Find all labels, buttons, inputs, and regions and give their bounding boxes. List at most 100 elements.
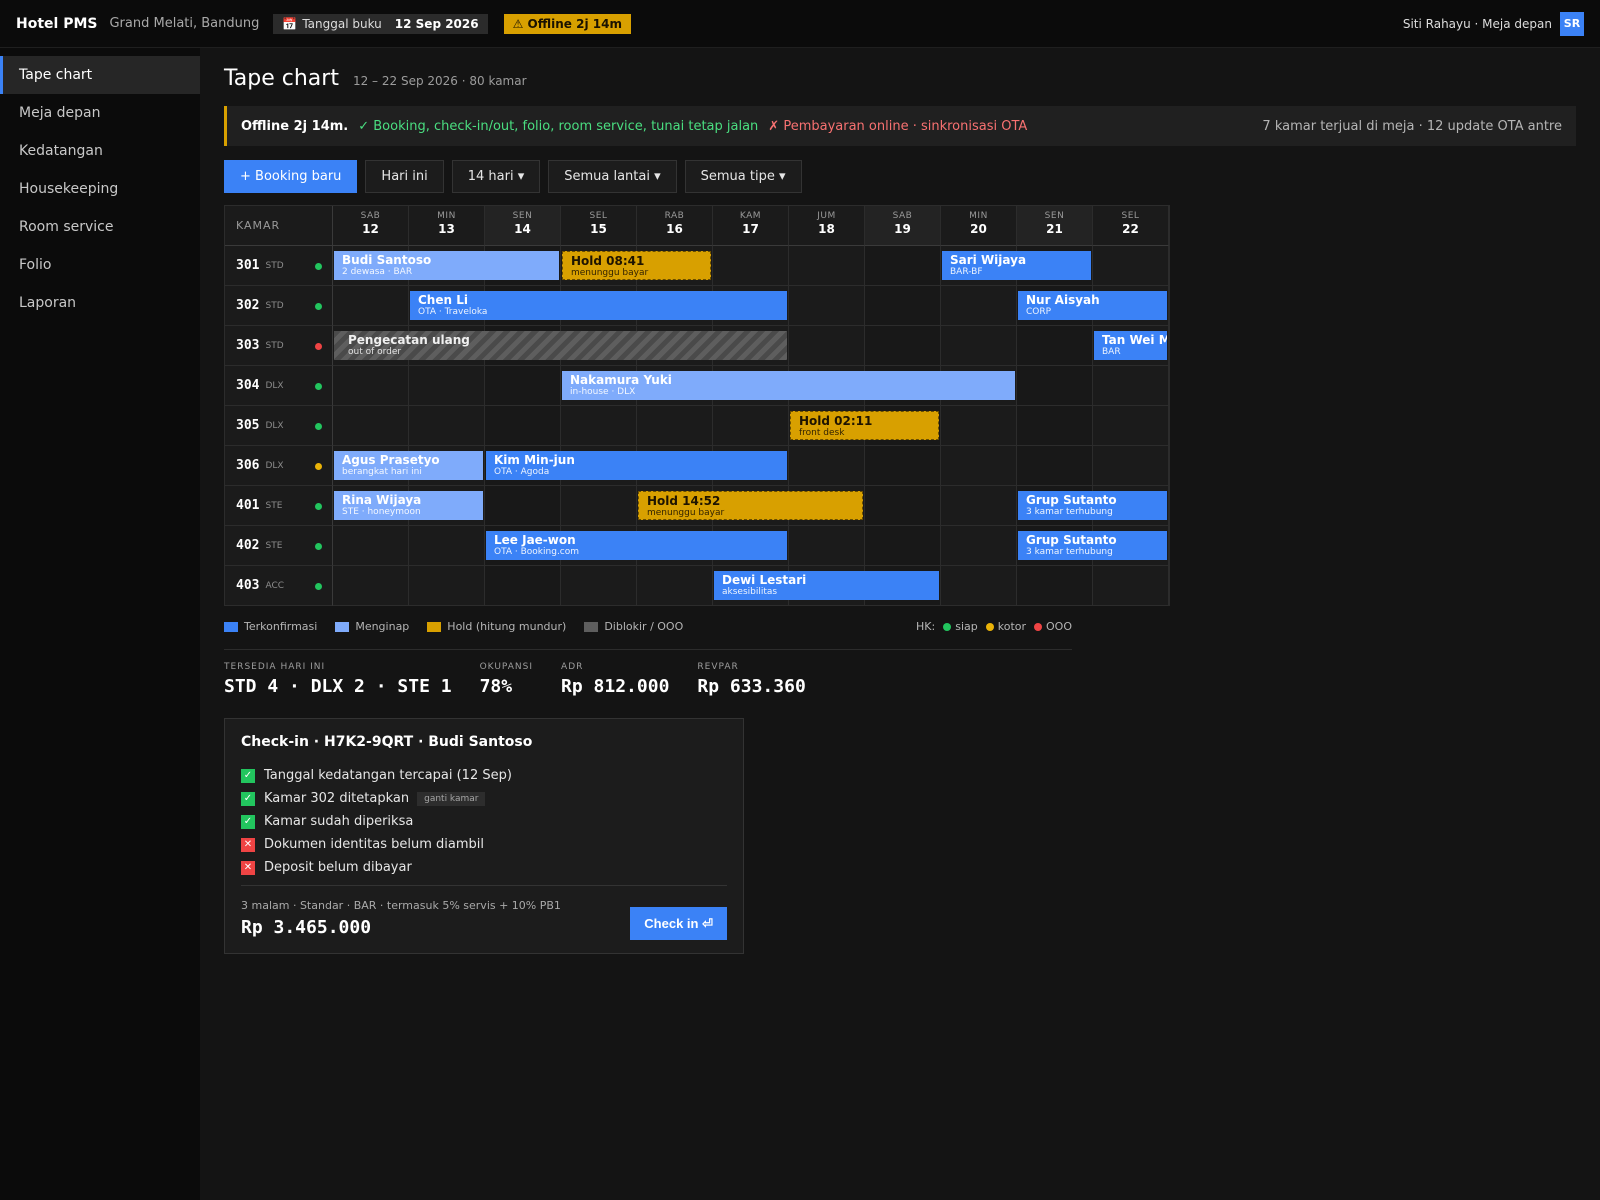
grid-cell[interactable] <box>941 406 1017 446</box>
grid-cell[interactable] <box>789 246 865 286</box>
booking-bar[interactable]: Grup Sutanto 3 kamar terhubung <box>1018 531 1167 560</box>
booking-bar[interactable]: Pengecatan ulang out of order <box>334 331 787 360</box>
grid-cell[interactable] <box>333 286 409 326</box>
booking-bar[interactable]: Sari Wijaya BAR-BF <box>942 251 1091 280</box>
grid-cell[interactable] <box>409 366 485 406</box>
grid-cell[interactable] <box>485 566 561 606</box>
grid-cell[interactable] <box>865 446 941 486</box>
grid-cell[interactable] <box>1017 406 1093 446</box>
grid-cell[interactable] <box>409 566 485 606</box>
grid-cell[interactable] <box>865 526 941 566</box>
avatar[interactable]: SR <box>1560 11 1584 36</box>
grid-cell[interactable] <box>1093 406 1169 446</box>
booking-guest: Tan Wei Ming <box>1102 333 1167 347</box>
grid-cell[interactable] <box>789 526 865 566</box>
grid-cell[interactable] <box>333 526 409 566</box>
sidebar-item-room-service[interactable]: Room service <box>0 208 200 246</box>
booking-bar[interactable]: Lee Jae-won OTA · Booking.com <box>486 531 787 560</box>
booking-bar[interactable]: Chen Li OTA · Traveloka <box>410 291 787 320</box>
grid-cell[interactable] <box>485 406 561 446</box>
room-row-header[interactable]: 401 STE <box>225 486 333 526</box>
grid-cell[interactable] <box>789 326 865 366</box>
legend-swatch <box>335 621 350 632</box>
room-row-header[interactable]: 303 STD <box>225 326 333 366</box>
grid-cell[interactable] <box>865 246 941 286</box>
cross-icon: ✕ <box>241 837 255 852</box>
sidebar-item-label: Meja depan <box>19 105 101 121</box>
grid-cell[interactable] <box>561 566 637 606</box>
grid-cell[interactable] <box>561 406 637 446</box>
day-number: 13 <box>438 222 455 236</box>
change-room-button[interactable]: ganti kamar <box>417 791 486 806</box>
booking-bar[interactable]: Nakamura Yuki in-house · DLX <box>562 371 1015 400</box>
booking-bar[interactable]: Tan Wei MingBAR <box>1094 331 1167 360</box>
book-date-chip[interactable]: 📅 Tanggal buku 12 Sep 2026 <box>273 13 488 34</box>
check-in-button[interactable]: Check in ⏎ <box>630 907 727 940</box>
booking-bar[interactable]: Budi Santoso 2 dewasa · BAR <box>334 251 559 280</box>
grid-cell[interactable] <box>637 566 713 606</box>
grid-cell[interactable] <box>1017 566 1093 606</box>
booking-bar[interactable]: Hold 02:11 front desk <box>790 411 939 440</box>
room-row-header[interactable]: 304 DLX <box>225 366 333 406</box>
grid-cell[interactable] <box>485 486 561 526</box>
sidebar-item-folio[interactable]: Folio <box>0 246 200 284</box>
sidebar-item-reports[interactable]: Laporan <box>0 284 200 322</box>
grid-cell[interactable] <box>941 326 1017 366</box>
grid-cell[interactable] <box>865 286 941 326</box>
grid-cell[interactable] <box>333 366 409 406</box>
current-user[interactable]: Siti Rahayu · Meja depan <box>1403 17 1552 31</box>
room-row-header[interactable]: 306 DLX <box>225 446 333 486</box>
grid-cell[interactable] <box>1017 326 1093 366</box>
room-row-header[interactable]: 301 STD <box>225 246 333 286</box>
grid-cell[interactable] <box>789 446 865 486</box>
grid-cell[interactable] <box>941 286 1017 326</box>
grid-cell[interactable] <box>409 406 485 446</box>
grid-cell[interactable] <box>865 326 941 366</box>
checklist-item: ✕ Deposit belum dibayar <box>241 856 727 879</box>
room-row-header[interactable]: 403 ACC <box>225 566 333 606</box>
offline-status-badge: ⚠ Offline 2j 14m <box>503 13 631 34</box>
grid-cell[interactable] <box>789 286 865 326</box>
grid-cell[interactable] <box>1017 446 1093 486</box>
booking-bar[interactable]: Rina Wijaya STE · honeymoon <box>334 491 483 520</box>
sidebar-item-housekeeping[interactable]: Housekeeping <box>0 170 200 208</box>
range-dropdown[interactable]: 14 hari ▾ <box>451 160 541 193</box>
grid-cell[interactable] <box>941 526 1017 566</box>
booking-detail: in-house · DLX <box>570 387 636 397</box>
grid-cell[interactable] <box>713 246 789 286</box>
booking-bar[interactable]: Hold 08:41 menunggu bayar <box>562 251 711 280</box>
grid-cell[interactable] <box>1017 366 1093 406</box>
grid-cell[interactable] <box>1093 566 1169 606</box>
grid-cell[interactable] <box>333 406 409 446</box>
grid-cell[interactable] <box>485 366 561 406</box>
day-header: JUM 18 <box>789 206 865 246</box>
sidebar-item-front-desk[interactable]: Meja depan <box>0 94 200 132</box>
grid-cell[interactable] <box>333 566 409 606</box>
today-button[interactable]: Hari ini <box>365 160 444 193</box>
booking-bar[interactable]: Agus Prasetyo berangkat hari ini <box>334 451 483 480</box>
booking-bar[interactable]: Nur Aisyah CORP <box>1018 291 1167 320</box>
room-row-header[interactable]: 402 STE <box>225 526 333 566</box>
new-booking-button[interactable]: + Booking baru <box>224 160 358 193</box>
grid-cell[interactable] <box>409 526 485 566</box>
floor-dropdown[interactable]: Semua lantai ▾ <box>548 160 677 193</box>
grid-cell[interactable] <box>713 406 789 446</box>
booking-bar[interactable]: Grup Sutanto 3 kamar terhubung <box>1018 491 1167 520</box>
grid-cell[interactable] <box>865 486 941 526</box>
grid-cell[interactable] <box>941 446 1017 486</box>
booking-bar[interactable]: Kim Min-jun OTA · Agoda <box>486 451 787 480</box>
grid-cell[interactable] <box>637 406 713 446</box>
grid-cell[interactable] <box>1093 446 1169 486</box>
room-row-header[interactable]: 302 STD <box>225 286 333 326</box>
sidebar-item-tape-chart[interactable]: Tape chart <box>0 56 200 94</box>
sidebar-item-arrivals[interactable]: Kedatangan <box>0 132 200 170</box>
room-type-dropdown[interactable]: Semua tipe ▾ <box>684 160 802 193</box>
grid-cell[interactable] <box>941 486 1017 526</box>
grid-cell[interactable] <box>1093 246 1169 286</box>
grid-cell[interactable] <box>1093 366 1169 406</box>
room-row-header[interactable]: 305 DLX <box>225 406 333 446</box>
booking-bar[interactable]: Dewi Lestari aksesibilitas <box>714 571 939 600</box>
grid-cell[interactable] <box>941 566 1017 606</box>
grid-cell[interactable] <box>561 486 637 526</box>
booking-bar[interactable]: Hold 14:52 menunggu bayar <box>638 491 863 520</box>
